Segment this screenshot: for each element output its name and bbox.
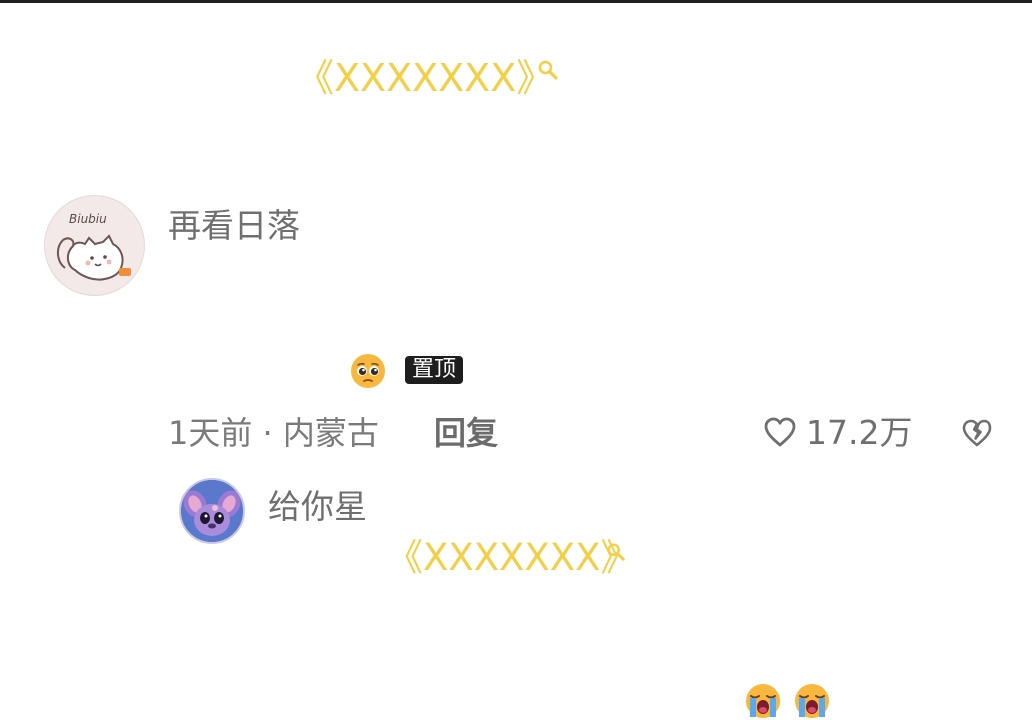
reply-link-text[interactable]: 《XXXXXXX》 <box>386 536 637 580</box>
reply-button[interactable]: 回复 <box>434 413 498 453</box>
reply-avatar[interactable] <box>179 478 245 544</box>
avatar[interactable]: Biubiu <box>44 195 145 296</box>
loudly-crying-face-emoji <box>745 683 781 719</box>
like-count: 17.2万 <box>806 413 913 452</box>
heart-outline-icon[interactable] <box>763 416 797 452</box>
loudly-crying-face-emoji <box>794 683 830 719</box>
reply-username[interactable]: 给你星 <box>268 487 367 527</box>
pleading-face-emoji <box>350 353 386 389</box>
top-link-text[interactable]: 《XXXXXXX》 <box>296 56 554 100</box>
top-border <box>0 0 1032 3</box>
pinned-badge: 置顶 <box>405 356 464 384</box>
broken-heart-icon[interactable] <box>961 418 993 452</box>
search-icon[interactable] <box>606 542 626 562</box>
search-icon[interactable] <box>537 59 559 81</box>
avatar-text: Biubiu <box>69 212 107 226</box>
comment-username[interactable]: 再看日落 <box>168 206 300 246</box>
comment-time-location: 1天前 · 内蒙古 <box>168 414 379 452</box>
